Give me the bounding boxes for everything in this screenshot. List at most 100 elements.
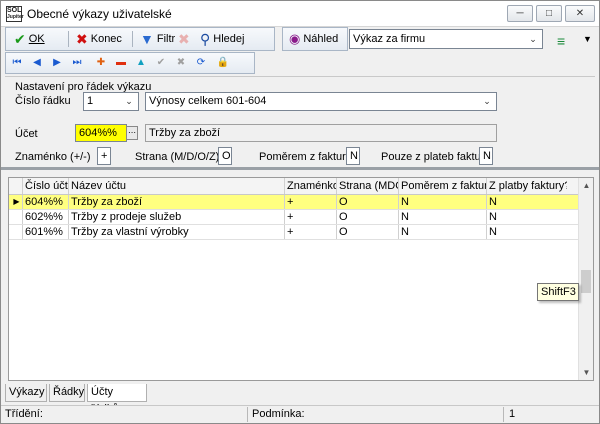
konec-button[interactable]: ✖ Konec	[72, 29, 126, 49]
eye-icon: ◉	[289, 31, 301, 46]
report-select-value: Výkaz za firmu	[353, 33, 426, 45]
column-header[interactable]: Znaménko	[285, 178, 337, 194]
first-record-icon[interactable]: ⏮	[8, 55, 26, 71]
close-window-button[interactable]: ✕	[565, 5, 595, 22]
dropdown-arrow-icon[interactable]: ▼	[583, 34, 592, 44]
ucet-input[interactable]: 604%%	[75, 124, 127, 142]
nahled-group: ◉ Náhled	[282, 27, 348, 51]
cislo-radku-value: 1	[87, 95, 94, 107]
strana-input[interactable]: O	[218, 147, 232, 165]
delete-record-icon[interactable]: ▬	[112, 55, 130, 71]
platby-cell: N	[489, 211, 497, 223]
strana-cell: O	[337, 225, 399, 239]
nahled-label: Náhled	[303, 33, 339, 45]
strana-cell: O	[337, 210, 399, 224]
add-record-icon[interactable]: ✚	[92, 55, 110, 71]
close-x-icon: ✖	[76, 31, 88, 47]
nazev-cell: Tržby za vlastní výrobky	[69, 225, 285, 239]
vertical-scrollbar[interactable]: ▲ ▼	[578, 178, 593, 380]
chevron-down-icon: ⌄	[529, 34, 537, 44]
column-header[interactable]: Z platby faktury?	[487, 178, 567, 194]
cislo-radku-label: Číslo řádku	[15, 95, 71, 107]
column-header[interactable]: Číslo účtu	[23, 178, 69, 194]
pomerem-cell: N	[399, 195, 487, 209]
filtr-button[interactable]: ▼ Filtr	[136, 29, 179, 49]
ucet-cell: 601%%	[23, 225, 69, 239]
table-row[interactable]: 602%% Tržby z prodeje služeb + O N N	[9, 210, 579, 225]
znamenko-input[interactable]: +	[97, 147, 111, 165]
konec-label: Konec	[90, 33, 122, 45]
minimize-button[interactable]: ─	[507, 5, 533, 22]
main-toolbar: ✔ OK ✖ Konec ▼ Filtr ✖ ⚲ Hledej	[5, 27, 275, 51]
grid-header: Číslo účtu Název účtu Znaménko Strana (M…	[9, 178, 579, 195]
shortcut-tooltip: ShiftF3	[537, 283, 579, 301]
pomerem-cell: N	[399, 225, 487, 239]
column-header[interactable]: Strana (MDO)	[337, 178, 399, 194]
pomerem-input[interactable]: N	[346, 147, 360, 165]
ucet-label: Účet	[15, 128, 38, 140]
search-icon: ⚲	[200, 31, 211, 47]
platby-cell: N	[489, 196, 497, 208]
pouze-input[interactable]: N	[479, 147, 493, 165]
tab-vykazy[interactable]: Výkazy	[5, 384, 47, 402]
scroll-up-icon[interactable]: ▲	[579, 178, 594, 193]
cislo-radku-select[interactable]: 1 ⌄	[83, 92, 139, 111]
ucet-cell: 602%%	[23, 210, 69, 224]
last-record-icon[interactable]: ⏭	[68, 55, 86, 71]
previous-record-icon[interactable]: ◀	[28, 55, 46, 71]
maximize-button[interactable]: □	[536, 5, 562, 22]
cancel-filter-icon: ✖	[178, 31, 190, 47]
tab-ucty-radku[interactable]: Účty řádků	[87, 384, 147, 415]
checkmark-icon: ✔	[14, 31, 26, 47]
column-header[interactable]: Poměrem z faktury?	[399, 178, 487, 194]
cancel-filter-button[interactable]: ✖	[174, 29, 197, 49]
tab-radky[interactable]: Řádky	[49, 384, 85, 402]
window-title: Obecné výkazy uživatelské	[27, 7, 172, 21]
pomerem-cell: N	[399, 210, 487, 224]
app-logo-icon: SOL Jupiter	[6, 6, 24, 22]
znamenko-cell: +	[285, 225, 337, 239]
confirm-icon[interactable]: ✔	[152, 55, 170, 71]
panel-splitter[interactable]	[1, 167, 599, 170]
refresh-icon[interactable]: ⟳	[192, 55, 210, 71]
hledej-label: Hledej	[213, 33, 245, 45]
column-header[interactable]: Název účtu	[69, 178, 285, 194]
strana-cell: O	[337, 195, 399, 209]
platby-cell: N	[489, 226, 497, 238]
znamenko-cell: +	[285, 210, 337, 224]
accounts-grid: Číslo účtu Název účtu Znaménko Strana (M…	[8, 177, 594, 381]
move-up-icon[interactable]: ▲	[132, 55, 150, 71]
ok-label: OK	[28, 33, 45, 45]
scroll-thumb[interactable]	[581, 270, 591, 293]
chevron-down-icon: ⌄	[483, 96, 491, 106]
lock-icon[interactable]: 🔒	[214, 55, 232, 71]
next-record-icon[interactable]: ▶	[48, 55, 66, 71]
record-count: 1	[509, 408, 516, 420]
nahled-button[interactable]: ◉ Náhled	[285, 29, 342, 49]
filter-icon: ▼	[140, 31, 154, 47]
znamenko-label: Znaménko (+/-)	[15, 151, 91, 163]
pomerem-label: Poměrem z faktur	[259, 151, 346, 163]
znamenko-cell: +	[285, 195, 337, 209]
filtr-label: Filtr	[156, 33, 176, 45]
nazev-cell: Tržby z prodeje služeb	[69, 210, 285, 224]
ok-button[interactable]: ✔ OK	[10, 29, 49, 49]
nazev-cell: Tržby za zboží	[69, 195, 285, 209]
scroll-down-icon[interactable]: ▼	[579, 365, 594, 380]
ucet-cell: 604%%	[23, 195, 69, 209]
table-row[interactable]: 601%% Tržby za vlastní výrobky + O N N	[9, 225, 579, 240]
report-select[interactable]: Výkaz za firmu ⌄	[349, 29, 543, 49]
pouze-label: Pouze z plateb faktur	[381, 151, 485, 163]
strana-label: Strana (M/D/O/Z)	[135, 151, 220, 163]
row-settings-panel: Nastavení pro řádek výkazu Číslo řádku 1…	[5, 76, 595, 166]
row-indicator-header	[9, 178, 23, 194]
list-menu-button[interactable]: ≡	[553, 31, 572, 51]
status-bar: Třídění: Podmínka: 1	[1, 405, 599, 423]
ucet-name-field: Tržby za zboží	[145, 124, 497, 142]
table-row[interactable]: ▶ 604%% Tržby za zboží + O N N	[9, 195, 579, 210]
ucet-lookup-button[interactable]: ⋯	[126, 126, 138, 140]
row-pointer-icon: ▶	[9, 195, 23, 209]
hledej-button[interactable]: ⚲ Hledej	[196, 29, 248, 49]
discard-icon[interactable]: ✖	[172, 55, 190, 71]
radek-name-select[interactable]: Výnosy celkem 601-604 ⌄	[145, 92, 497, 111]
